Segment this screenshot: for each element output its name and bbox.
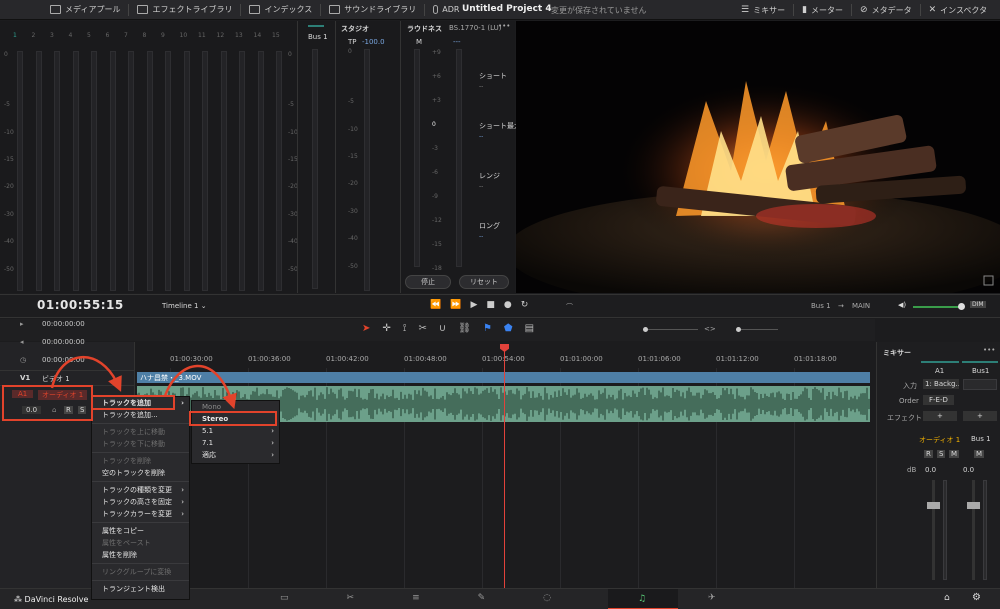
davinci-resolve-window: { "topbar": { "items": [ {"label": "メディア… xyxy=(0,0,1000,609)
annotation-arrows xyxy=(50,356,237,410)
